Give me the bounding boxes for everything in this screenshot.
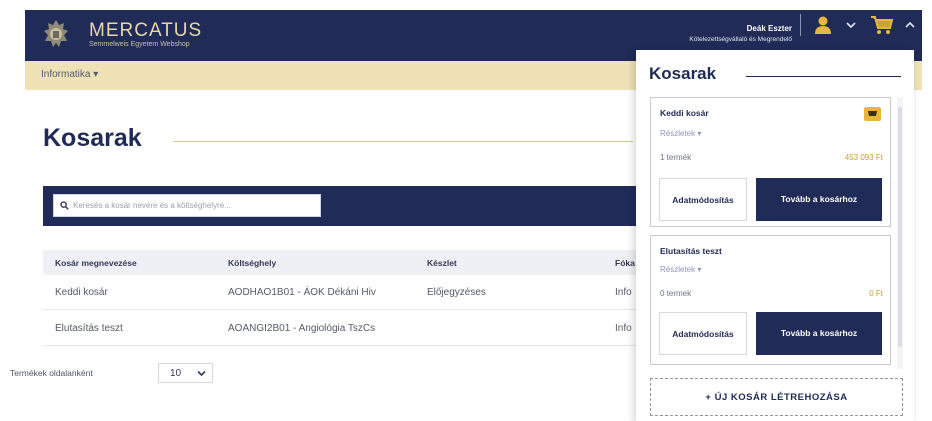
cart-icon[interactable] xyxy=(870,15,894,35)
cart-dropdown-panel: Kosarak Keddi kosár Részletek ▾ 1 termék… xyxy=(636,50,914,421)
per-page-select[interactable]: 10 xyxy=(158,363,213,383)
active-cart-badge xyxy=(864,107,881,121)
column-header-category[interactable]: Fóka xyxy=(615,258,635,268)
cart-total: 453 093 Ft xyxy=(844,153,883,162)
panel-title: Kosarak xyxy=(649,64,717,83)
edit-cart-button[interactable]: Adatmódosítás xyxy=(659,178,747,221)
column-header-cost-center[interactable]: Költséghely xyxy=(228,258,276,268)
chevron-down-icon: ▾ xyxy=(697,265,702,274)
column-header-stock[interactable]: Készlet xyxy=(427,258,457,268)
table-header: Kosár megnevezése Költséghely Készlet Fó… xyxy=(43,250,643,275)
cart-details-link[interactable]: Részletek ▾ xyxy=(660,265,701,274)
cart-icon xyxy=(868,111,877,116)
cart-total: 0 Ft xyxy=(869,289,883,298)
cart-details-link[interactable]: Részletek ▾ xyxy=(660,129,701,138)
panel-scrollbar[interactable] xyxy=(897,97,903,369)
cell-cart-name[interactable]: Keddi kosár xyxy=(55,287,108,298)
search-icon xyxy=(60,201,69,210)
page-title: Kosarak xyxy=(43,124,142,152)
cell-category: Info xyxy=(615,287,632,298)
cell-stock: Előjegyzéses xyxy=(427,287,486,298)
user-icon[interactable] xyxy=(813,16,833,34)
user-name: Deák Eszter xyxy=(746,24,792,33)
title-divider xyxy=(173,141,633,142)
cart-name: Keddi kosár xyxy=(660,108,709,118)
nav-category-informatika[interactable]: Informatika ▾ xyxy=(41,69,98,80)
brand-subtitle: Semmelweis Egyetem Webshop xyxy=(89,41,190,48)
chevron-down-icon: ▾ xyxy=(697,129,702,138)
header-divider xyxy=(800,14,801,36)
cell-category: Info xyxy=(615,323,632,334)
chevron-down-icon[interactable] xyxy=(846,21,856,29)
search-input[interactable] xyxy=(73,198,313,213)
cell-cart-name[interactable]: Elutasítás teszt xyxy=(55,323,123,334)
per-page-value: 10 xyxy=(170,368,182,379)
column-header-name[interactable]: Kosár megnevezése xyxy=(55,258,137,268)
cart-details-label: Részletek xyxy=(660,265,696,274)
search-box[interactable] xyxy=(53,194,321,217)
cell-cost-center: AODHAO1B01 - ÁOK Dékáni Hiv xyxy=(228,287,376,298)
go-to-cart-button[interactable]: Tovább a kosárhoz xyxy=(756,178,882,221)
brand-title[interactable]: MERCATUS xyxy=(89,20,202,42)
dropdown-icon: ▾ xyxy=(93,69,99,80)
cart-item-count: 1 termék xyxy=(660,153,692,162)
chevron-down-icon xyxy=(197,370,206,377)
cart-card: Keddi kosár Részletek ▾ 1 termék 453 093… xyxy=(650,97,891,227)
university-crest-icon[interactable] xyxy=(42,19,70,52)
search-band xyxy=(43,186,643,226)
cart-name: Elutasítás teszt xyxy=(660,246,722,256)
edit-cart-button[interactable]: Adatmódosítás xyxy=(659,312,747,355)
user-role: Kötelezettségvállaló és Megrendelő xyxy=(689,36,792,43)
go-to-cart-button[interactable]: Tovább a kosárhoz xyxy=(756,312,882,355)
panel-title-divider xyxy=(746,76,901,77)
table-row[interactable]: Keddi kosár AODHAO1B01 - ÁOK Dékáni Hiv … xyxy=(43,275,643,310)
cart-item-count: 0 termek xyxy=(660,289,692,298)
cart-details-label: Részletek xyxy=(660,129,696,138)
new-cart-button[interactable]: + ÚJ KOSÁR LÉTREHOZÁSA xyxy=(650,378,903,416)
scrollbar-thumb[interactable] xyxy=(898,107,902,347)
chevron-up-icon[interactable] xyxy=(905,21,915,29)
nav-category-label: Informatika xyxy=(41,69,91,80)
table-row[interactable]: Elutasítás teszt AOANGI2B01 - Angiológia… xyxy=(43,311,643,346)
per-page-label: Termékek oldalanként xyxy=(10,368,93,378)
cell-cost-center: AOANGI2B01 - Angiológia TszCs xyxy=(228,323,376,334)
cart-card: Elutasítás teszt Részletek ▾ 0 termek 0 … xyxy=(650,235,891,365)
